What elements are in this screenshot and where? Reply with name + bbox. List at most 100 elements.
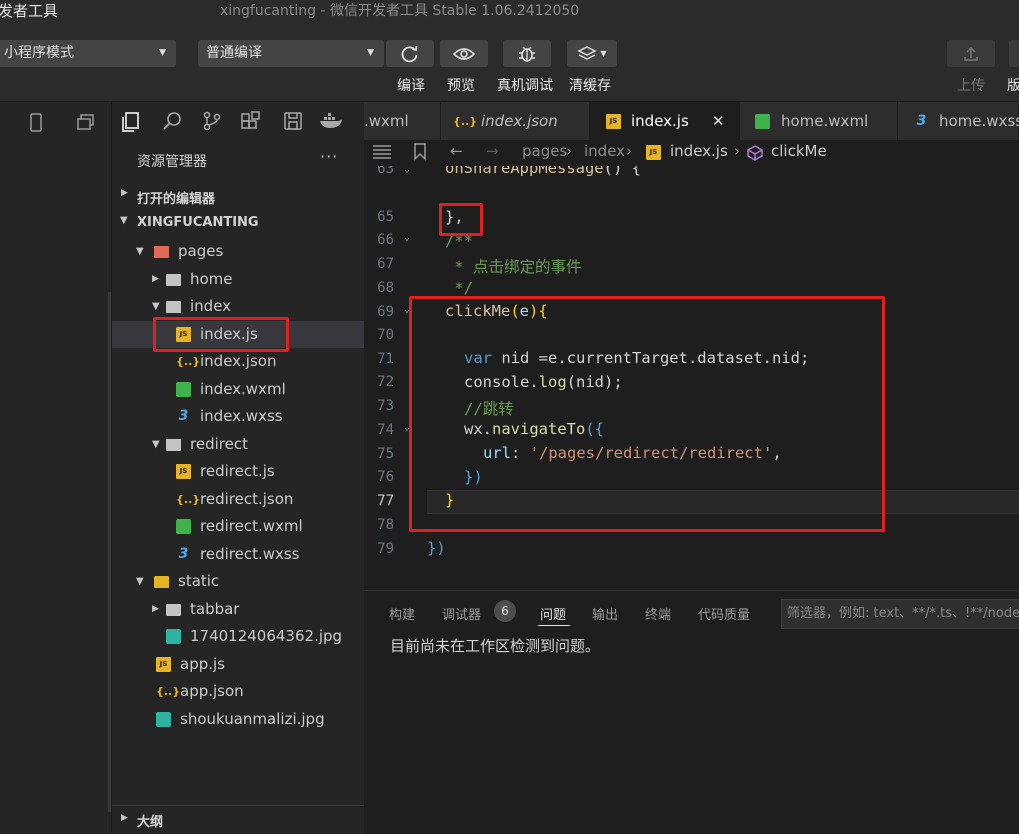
chevron-down-icon: ▼ [136,246,144,257]
tree-item[interactable]: shoukuanmalizi.jpg [112,706,364,733]
chevron-down-icon: ▼ [152,438,160,450]
line-number: 66 [377,232,394,248]
activity-bar [0,102,112,834]
code-editor[interactable]: 63 65 66 67 68 69 70 71 72 73 74 75 76 7… [364,166,1019,590]
window-icon[interactable] [76,113,96,133]
tab-label: home.wxml [781,112,869,130]
project-section[interactable]: ▼ XINGFUCANTING [112,211,364,235]
files-icon[interactable] [120,111,142,133]
tree-item[interactable]: {..} index.json [112,348,364,375]
mode-select[interactable]: 小程序模式 ▼ [0,40,176,67]
js-file-icon: JS [156,656,171,672]
preview-button[interactable] [440,40,488,67]
breadcrumb-index[interactable]: index [584,142,625,160]
close-icon[interactable]: ✕ [712,102,725,140]
tree-item[interactable]: JS app.js [112,651,364,678]
forward-arrow-icon[interactable]: → [486,142,499,160]
tree-item[interactable]: 3 redirect.wxss [112,541,364,568]
js-file-icon: JS [606,114,621,129]
extensions-icon[interactable] [240,111,262,133]
title-bar: 发者工具 xingfucanting - 微信开发者工具 Stable 1.06… [0,0,1019,34]
tree-item[interactable]: {..} redirect.json [112,486,364,513]
storage-icon[interactable] [283,111,303,131]
tree-item-label: app.json [180,682,244,700]
fold-chevron-icon[interactable]: ⌄ [404,232,410,243]
clear-cache-button[interactable]: ▼ [567,40,617,67]
open-editors-section[interactable]: ▶ 打开的编辑器 [112,184,364,208]
tree-item[interactable]: ▼ static [112,568,364,595]
tab-index-js[interactable]: JS index.js ✕ [590,102,740,140]
tree-item-label: index.wxss [200,407,283,425]
method-icon [747,145,763,161]
tree-item[interactable]: ▶ tabbar [112,596,364,623]
tab-terminal[interactable]: 终端 [645,604,671,623]
chevron-down-icon: ▼ [367,48,374,58]
outline-section[interactable]: ▶ 大纲 [112,805,364,834]
tab-code-quality[interactable]: 代码质量 [698,604,750,623]
tree-item[interactable]: 1740124064362.jpg [112,623,364,650]
line-number: 75 [377,446,394,462]
eye-icon [453,47,475,60]
highlight-box [153,317,289,352]
compile-select[interactable]: 普通编译 ▼ [198,40,384,67]
compile-button[interactable] [386,40,434,67]
tree-item[interactable]: ▼ index [112,293,364,320]
upload-button[interactable] [947,40,995,67]
phone-icon[interactable] [28,113,44,133]
tree-item-label: index.json [200,352,277,370]
back-arrow-icon[interactable]: ← [450,142,463,160]
debug-label: 真机调试 [497,78,553,94]
scrollbar[interactable] [108,292,111,812]
tree-item[interactable]: ▶ home [112,266,364,293]
source-control-icon[interactable] [202,111,222,131]
tree-item[interactable]: JS redirect.js [112,458,364,485]
tree-item[interactable]: ▼ redirect [112,431,364,458]
list-icon[interactable] [372,144,392,160]
folder-icon [166,301,181,313]
project-name: XINGFUCANTING [137,215,259,230]
breadcrumb-pages[interactable]: pages [522,142,567,160]
version-button[interactable] [1009,40,1019,67]
tab-index-json[interactable]: {..} index.json [441,102,590,140]
folder-icon [166,438,181,451]
tree-item[interactable]: 3 index.wxss [112,403,364,430]
breadcrumb-symbol[interactable]: clickMe [771,142,827,160]
tab-label: home.wxss [939,112,1019,130]
tree-item[interactable]: index.wxml [112,376,364,403]
tab-debugger[interactable]: 调试器 [442,604,481,623]
tree-item-label: pages [178,242,224,260]
tree-item-label: redirect [190,434,248,453]
search-icon[interactable] [162,111,182,131]
tab-home-wxml[interactable]: home.wxml [740,102,898,140]
tree-item-label: tabbar [190,599,240,618]
tree-item-label: redirect.wxml [200,517,303,535]
line-number: 68 [377,280,394,296]
folder-icon [166,603,181,616]
folder-icon [154,246,169,258]
json-file-icon: {..} [156,685,181,698]
fold-chevron-icon[interactable]: ⌄ [404,166,410,175]
tab-home-wxss[interactable]: 3 home.wxss [898,102,1019,140]
tab-problems[interactable]: 问题 [540,604,566,623]
chevron-down-icon: ▼ [120,215,128,226]
tree-item[interactable]: redirect.wxml [112,513,364,540]
js-file-icon: JS [646,145,661,160]
chevron-right-icon: › [734,142,740,160]
compile-select-value: 普通编译 [206,45,262,61]
real-device-debug-button[interactable] [503,40,551,67]
more-icon[interactable]: ··· [320,147,338,166]
bookmark-icon[interactable] [413,143,427,161]
tab-wxml[interactable]: .wxml [364,102,441,140]
tab-build[interactable]: 构建 [389,604,415,623]
bug-icon [519,46,535,62]
tree-item[interactable]: {..} app.json [112,678,364,705]
problems-filter-input[interactable]: 筛选器，例如: text、**/*.ts、!**/node_modules/** [781,599,1019,629]
breadcrumb-file[interactable]: index.js [670,142,728,160]
json-file-icon: {..} [176,355,201,368]
highlight-box [439,203,483,236]
explorer-sidebar: 资源管理器 ··· ▶ 打开的编辑器 ▼ XINGFUCANTING ▼ page… [112,140,364,834]
tree-item[interactable]: ▼ pages [112,238,364,265]
tab-output[interactable]: 输出 [592,604,618,623]
docker-icon[interactable] [319,111,343,131]
chevron-down-icon: ▼ [152,301,160,312]
